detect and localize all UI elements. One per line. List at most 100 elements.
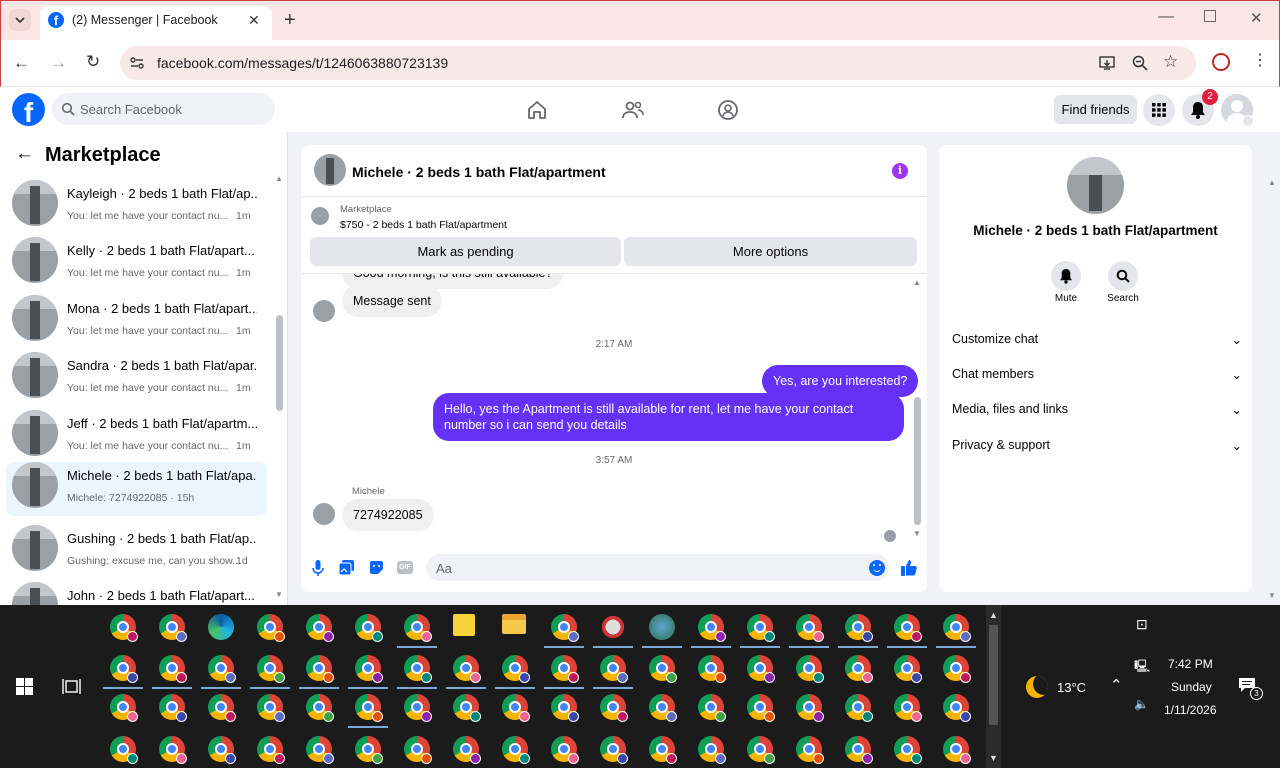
taskbar-scrollbar[interactable]: ▲ ▼ (986, 605, 1001, 768)
accordion-media-files-links[interactable]: Media, files and links ⌄ (952, 399, 1242, 419)
chrome-taskbar-icon[interactable] (404, 736, 432, 764)
message-input[interactable]: Aa (426, 554, 889, 581)
chrome-taskbar-icon[interactable] (845, 655, 873, 683)
clock-time[interactable]: 7:42 PM (1168, 657, 1213, 671)
chrome-taskbar-icon[interactable] (649, 736, 677, 764)
photo-icon[interactable] (339, 560, 354, 575)
chrome-taskbar-icon[interactable] (698, 614, 726, 642)
chrome-taskbar-icon[interactable] (698, 736, 726, 764)
scroll-down-icon[interactable]: ▼ (913, 529, 921, 538)
chrome-taskbar-icon[interactable] (551, 694, 579, 722)
chrome-taskbar-icon[interactable] (355, 694, 383, 722)
clock-day[interactable]: Sunday (1171, 680, 1212, 694)
chrome-taskbar-icon[interactable] (894, 614, 922, 642)
mute-button[interactable] (1051, 261, 1081, 291)
globe-taskbar-icon[interactable] (649, 614, 675, 640)
site-info-icon[interactable] (129, 55, 145, 71)
tab-search-button[interactable] (9, 9, 31, 31)
page-scroll-up-icon[interactable]: ▲ (1268, 178, 1276, 187)
chrome-taskbar-icon[interactable] (159, 655, 187, 683)
profile-avatar[interactable] (1067, 157, 1124, 214)
gif-icon[interactable]: GIF (397, 561, 413, 574)
conversation-item[interactable]: Sandra · 2 beds 1 bath Flat/apar... You: … (6, 352, 267, 406)
chrome-taskbar-icon[interactable] (453, 694, 481, 722)
mark-as-pending-button[interactable]: Mark as pending (310, 237, 621, 266)
chrome-taskbar-icon[interactable] (796, 614, 824, 642)
chrome-taskbar-icon[interactable] (943, 614, 971, 642)
chrome-taskbar-icon[interactable] (551, 655, 579, 683)
thread-scrollbar[interactable] (914, 397, 921, 525)
info-icon[interactable]: i (892, 163, 908, 179)
file-explorer-taskbar-icon[interactable] (502, 614, 526, 634)
facebook-logo-icon[interactable]: f (12, 93, 45, 126)
chrome-taskbar-icon[interactable] (796, 655, 824, 683)
chrome-taskbar-icon[interactable] (502, 736, 530, 764)
chrome-taskbar-icon[interactable] (306, 736, 334, 764)
chrome-taskbar-icon[interactable] (502, 694, 530, 722)
chrome-taskbar-icon[interactable] (649, 655, 677, 683)
clock-date[interactable]: 1/11/2026 (1164, 703, 1217, 717)
volume-icon[interactable]: 🔈 (1134, 697, 1149, 711)
chrome-taskbar-icon[interactable] (796, 694, 824, 722)
microphone-icon[interactable] (312, 560, 324, 576)
chrome-taskbar-icon[interactable] (257, 614, 285, 642)
tray-overflow-chevron-icon[interactable]: ⌃ (1110, 676, 1123, 694)
chrome-taskbar-icon[interactable] (159, 614, 187, 642)
weather-moon-icon[interactable] (1026, 676, 1048, 698)
chrome-taskbar-icon[interactable] (404, 614, 432, 642)
sticky-notes-taskbar-icon[interactable] (453, 614, 475, 636)
chrome-taskbar-icon[interactable] (257, 736, 285, 764)
find-friends-button[interactable]: Find friends (1054, 95, 1137, 124)
chrome-taskbar-icon[interactable] (159, 736, 187, 764)
chrome-taskbar-icon[interactable] (747, 614, 775, 642)
chrome-taskbar-icon[interactable] (110, 614, 138, 642)
accordion-privacy-support[interactable]: Privacy & support ⌄ (952, 435, 1242, 455)
conversation-item[interactable]: Michele · 2 beds 1 bath Flat/apa... Miche… (6, 462, 267, 516)
conversation-item[interactable]: Gushing · 2 beds 1 bath Flat/ap... Gushin… (6, 525, 267, 579)
chrome-taskbar-icon[interactable] (943, 694, 971, 722)
restore-button[interactable] (1204, 10, 1216, 22)
chrome-taskbar-icon[interactable] (747, 736, 775, 764)
forward-button[interactable]: → (50, 53, 67, 73)
chrome-taskbar-icon[interactable] (257, 655, 285, 683)
chrome-taskbar-icon[interactable] (306, 694, 334, 722)
scroll-up-icon[interactable]: ▲ (275, 174, 283, 183)
chrome-taskbar-icon[interactable] (453, 655, 481, 683)
chrome-taskbar-icon[interactable] (600, 694, 628, 722)
chrome-taskbar-icon[interactable] (698, 694, 726, 722)
more-options-button[interactable]: More options (624, 237, 917, 266)
chrome-taskbar-icon[interactable] (600, 655, 628, 683)
chrome-taskbar-icon[interactable] (306, 655, 334, 683)
chrome-taskbar-icon[interactable] (551, 614, 579, 642)
network-icon[interactable]: 🖳 (1134, 657, 1150, 678)
close-tab-icon[interactable]: ✕ (248, 12, 260, 29)
chrome-taskbar-icon[interactable] (845, 694, 873, 722)
browser-tab[interactable]: f (2) Messenger | Facebook ✕ (40, 6, 272, 40)
chrome-taskbar-icon[interactable] (159, 694, 187, 722)
groups-icon[interactable] (717, 99, 739, 121)
window-close-button[interactable]: ✕ (1250, 9, 1263, 27)
listing-title[interactable]: $750 - 2 beds 1 bath Flat/apartment (340, 219, 507, 231)
chrome-taskbar-icon[interactable] (894, 655, 922, 683)
chrome-taskbar-icon[interactable] (355, 655, 383, 683)
back-button[interactable]: ← (13, 53, 30, 73)
chrome-taskbar-icon[interactable] (355, 736, 383, 764)
chrome-taskbar-icon[interactable] (502, 655, 530, 683)
chrome-taskbar-icon[interactable] (110, 655, 138, 683)
chrome-taskbar-icon[interactable] (208, 736, 236, 764)
chrome-taskbar-icon[interactable] (796, 736, 824, 764)
home-icon[interactable] (526, 99, 548, 121)
chrome-taskbar-icon[interactable] (698, 655, 726, 683)
like-thumb-icon[interactable] (900, 559, 918, 577)
chrome-taskbar-icon[interactable] (355, 614, 383, 642)
chrome-taskbar-icon[interactable] (894, 736, 922, 764)
search-in-chat-button[interactable] (1108, 261, 1138, 291)
weather-temperature[interactable]: 13°C (1057, 680, 1086, 695)
page-scroll-down-icon[interactable]: ▼ (1268, 591, 1276, 600)
meet-now-icon[interactable]: ⊡ (1136, 616, 1148, 633)
menu-button[interactable] (1143, 94, 1175, 126)
address-bar[interactable]: facebook.com/messages/t/1246063880723139… (120, 46, 1196, 80)
chrome-taskbar-icon[interactable] (845, 736, 873, 764)
conversation-scrollbar[interactable] (276, 315, 283, 411)
chrome-taskbar-icon[interactable] (110, 736, 138, 764)
